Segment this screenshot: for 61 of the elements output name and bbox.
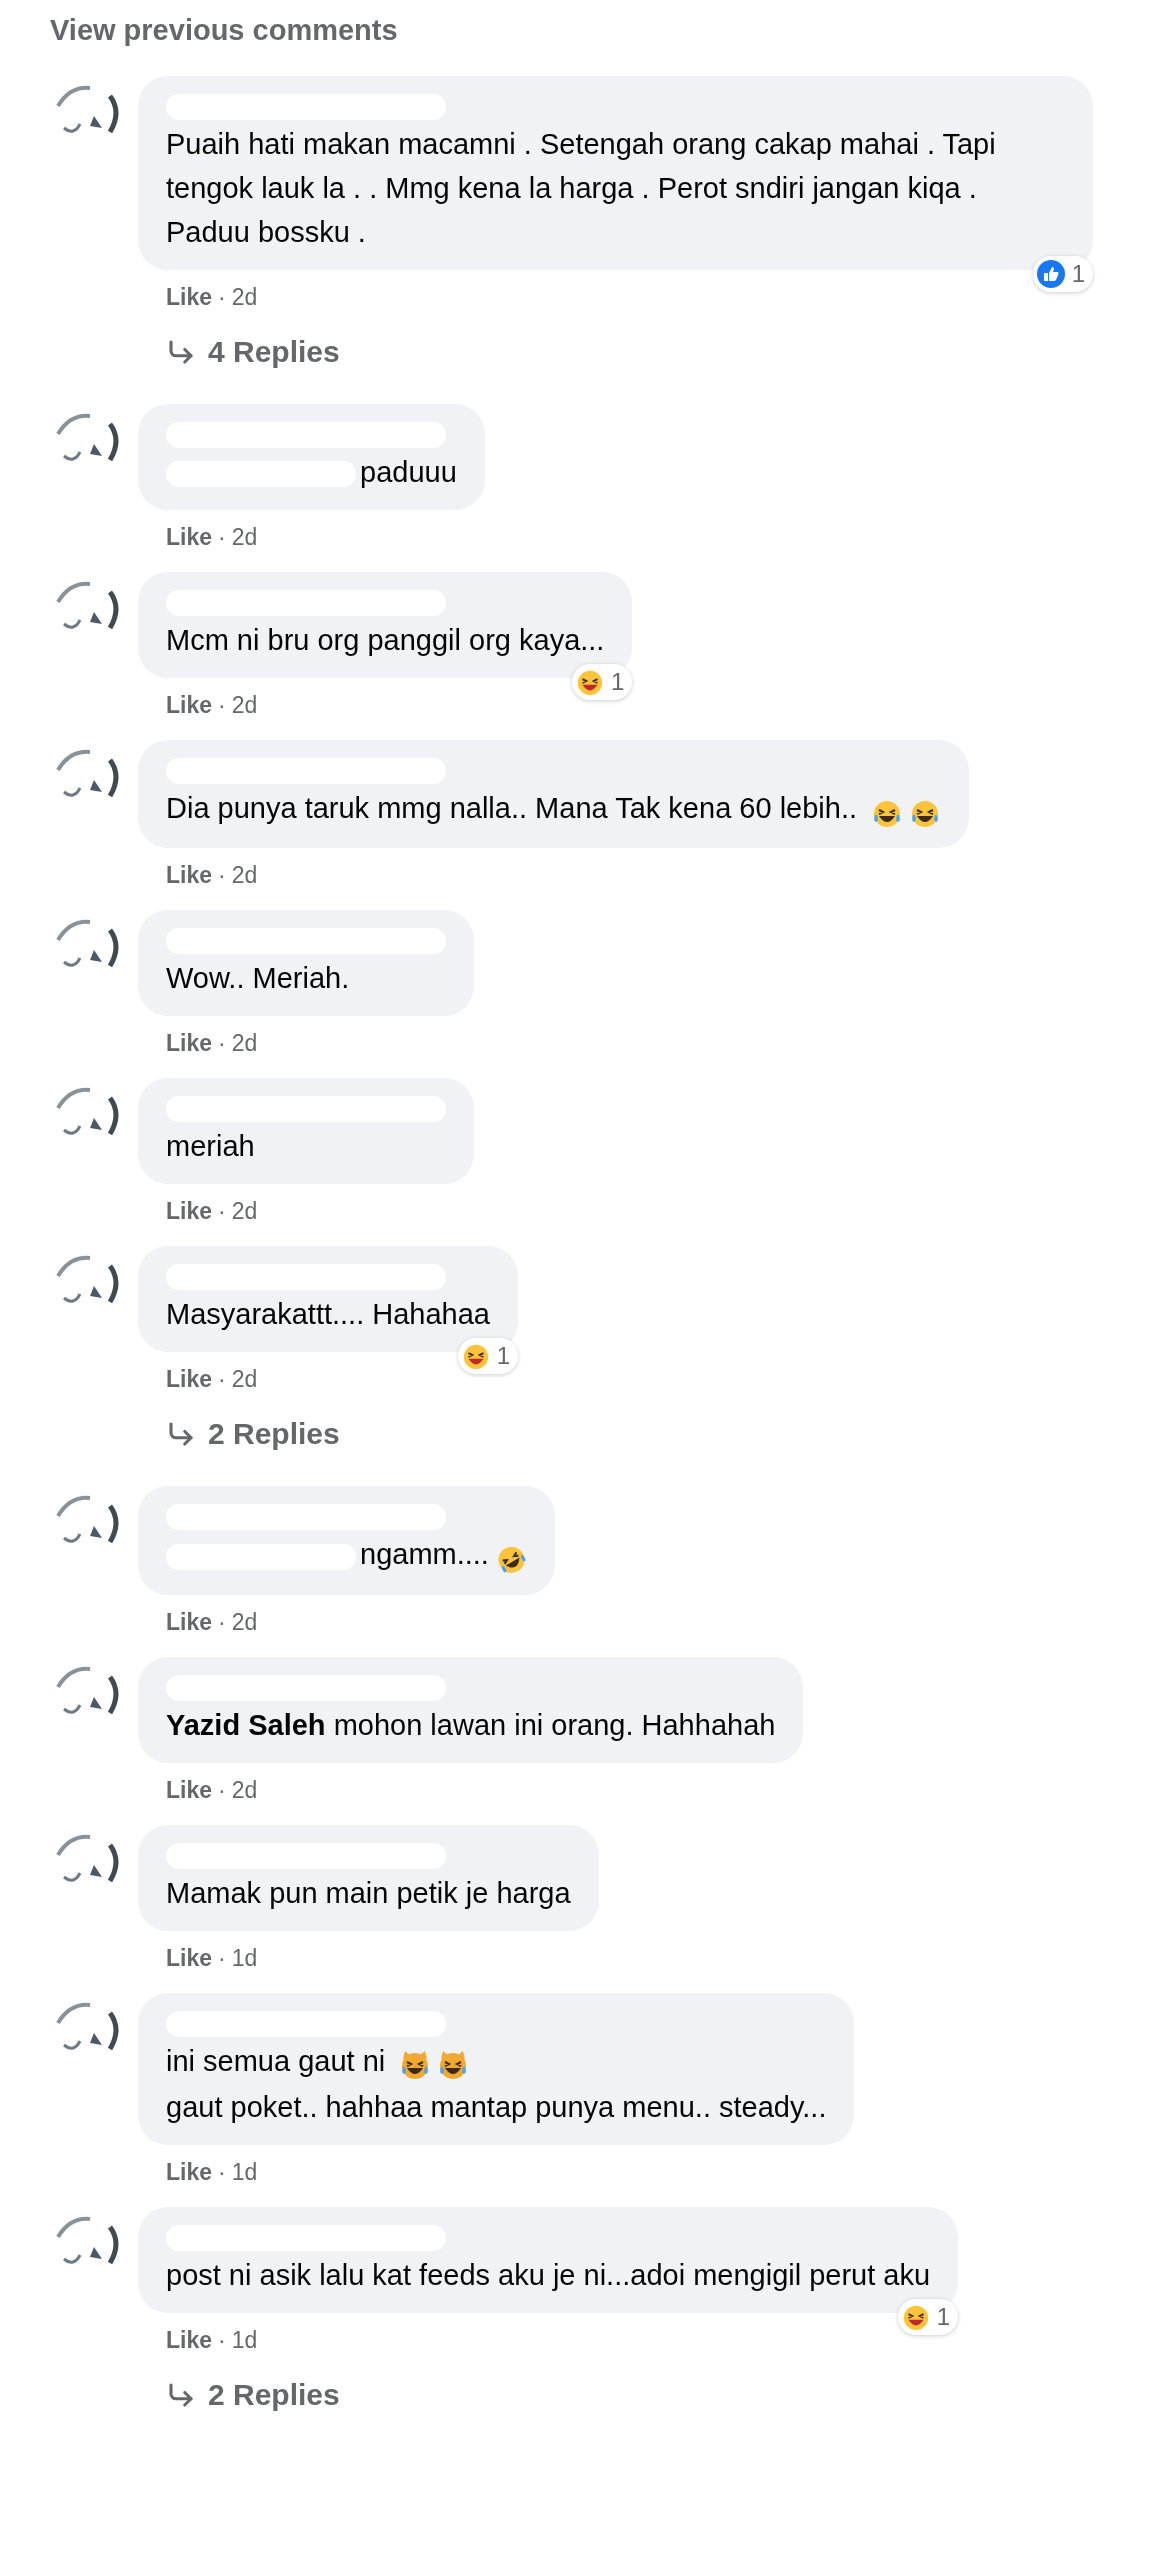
comment-time[interactable]: 1d xyxy=(231,2325,258,2356)
comment-text: Wow.. Meriah. xyxy=(166,961,351,997)
like-link[interactable]: Like xyxy=(166,2157,213,2188)
separator-dot: · xyxy=(218,1365,226,1395)
comment-text: Puaih hati makan macamni . Setengah orang cakap mahai . Tapi tengok lauk la . . Mmg kena la harga . Perot sndiri jangan kiqa . Paduu bossku . xyxy=(166,127,997,250)
reaction-badge[interactable]: 1 xyxy=(897,2299,959,2336)
comment-text: ini semua gaut ni gaut poket.. hahhaa mantap punya menu.. steady... xyxy=(166,2043,827,2126)
reaction-count: 1 xyxy=(1071,260,1085,288)
comment-time[interactable]: 2d xyxy=(231,1364,258,1395)
replies-link[interactable]: 2 Replies xyxy=(166,2375,340,2416)
comment-time[interactable]: 2d xyxy=(231,860,258,891)
separator-dot: · xyxy=(218,283,226,312)
like-link[interactable]: Like xyxy=(166,1606,213,1637)
like-reaction-icon xyxy=(1035,259,1066,289)
reaction-count: 1 xyxy=(611,668,625,696)
reaction-count: 1 xyxy=(936,2303,951,2332)
comment-time[interactable]: 2d xyxy=(231,1028,258,1059)
comment-time[interactable]: 2d xyxy=(231,1774,258,1805)
view-previous-comments-link[interactable]: View previous comments xyxy=(50,10,1161,50)
separator-dot: · xyxy=(218,523,226,552)
separator-dot: · xyxy=(218,1775,226,1805)
separator-dot: · xyxy=(218,691,226,720)
comment-text: ngamm.... xyxy=(166,1532,527,1579)
like-link[interactable]: Like xyxy=(166,860,213,891)
like-link[interactable]: Like xyxy=(166,690,213,720)
separator-dot: · xyxy=(218,2326,226,2356)
comment-time[interactable]: 2d xyxy=(231,522,258,552)
comment-time[interactable]: 2d xyxy=(231,282,258,312)
separator-dot: · xyxy=(218,2158,226,2188)
comment-text: paduuu xyxy=(166,450,457,494)
comment-time[interactable]: 2d xyxy=(231,690,258,720)
like-link[interactable]: Like xyxy=(166,1196,213,1227)
like-link[interactable]: Like xyxy=(166,1364,213,1395)
separator-dot: · xyxy=(218,861,226,891)
replies-link[interactable]: 4 Replies xyxy=(166,332,340,372)
separator-dot: · xyxy=(218,1029,226,1059)
comment-time[interactable]: 1d xyxy=(231,2157,258,2188)
comment-text: Masyarakattt.... Hahahaa xyxy=(166,1297,490,1333)
comment-time[interactable]: 2d xyxy=(231,1196,258,1227)
replies-link[interactable]: 2 Replies xyxy=(166,1414,340,1455)
like-link[interactable]: Like xyxy=(166,2325,213,2356)
comment-text: Mamak pun main petik je harga xyxy=(166,1875,571,1911)
comment-time[interactable]: 1d xyxy=(231,1942,258,1973)
reaction-badge[interactable]: 1 xyxy=(457,1338,518,1375)
like-link[interactable]: Like xyxy=(166,522,213,552)
like-link[interactable]: Like xyxy=(166,1774,213,1805)
comment-text: Dia punya taruk mmg nalla.. Mana Tak kena 60 lebih.. xyxy=(166,786,942,833)
separator-dot: · xyxy=(218,1943,226,1973)
separator-dot: · xyxy=(218,1607,226,1637)
comment-text: post ni asik lalu kat feeds aku je ni...adoi mengigil perut aku xyxy=(166,2258,931,2294)
like-link[interactable]: Like xyxy=(166,1942,213,1973)
separator-dot: · xyxy=(218,1197,226,1227)
comment-text: meriah xyxy=(166,1129,256,1165)
reaction-badge[interactable]: 1 xyxy=(1032,256,1093,292)
reaction-badge[interactable]: 1 xyxy=(572,664,633,700)
like-link[interactable]: Like xyxy=(166,282,213,312)
comment-text: Mcm ni bru org panggil org kaya... xyxy=(166,623,605,658)
reaction-count: 1 xyxy=(496,1342,510,1371)
comment-time[interactable]: 2d xyxy=(231,1606,258,1637)
comment-text: Yazid Saleh mohon lawan ini orang. Hahhahah xyxy=(166,1707,776,1743)
like-link[interactable]: Like xyxy=(166,1028,213,1059)
